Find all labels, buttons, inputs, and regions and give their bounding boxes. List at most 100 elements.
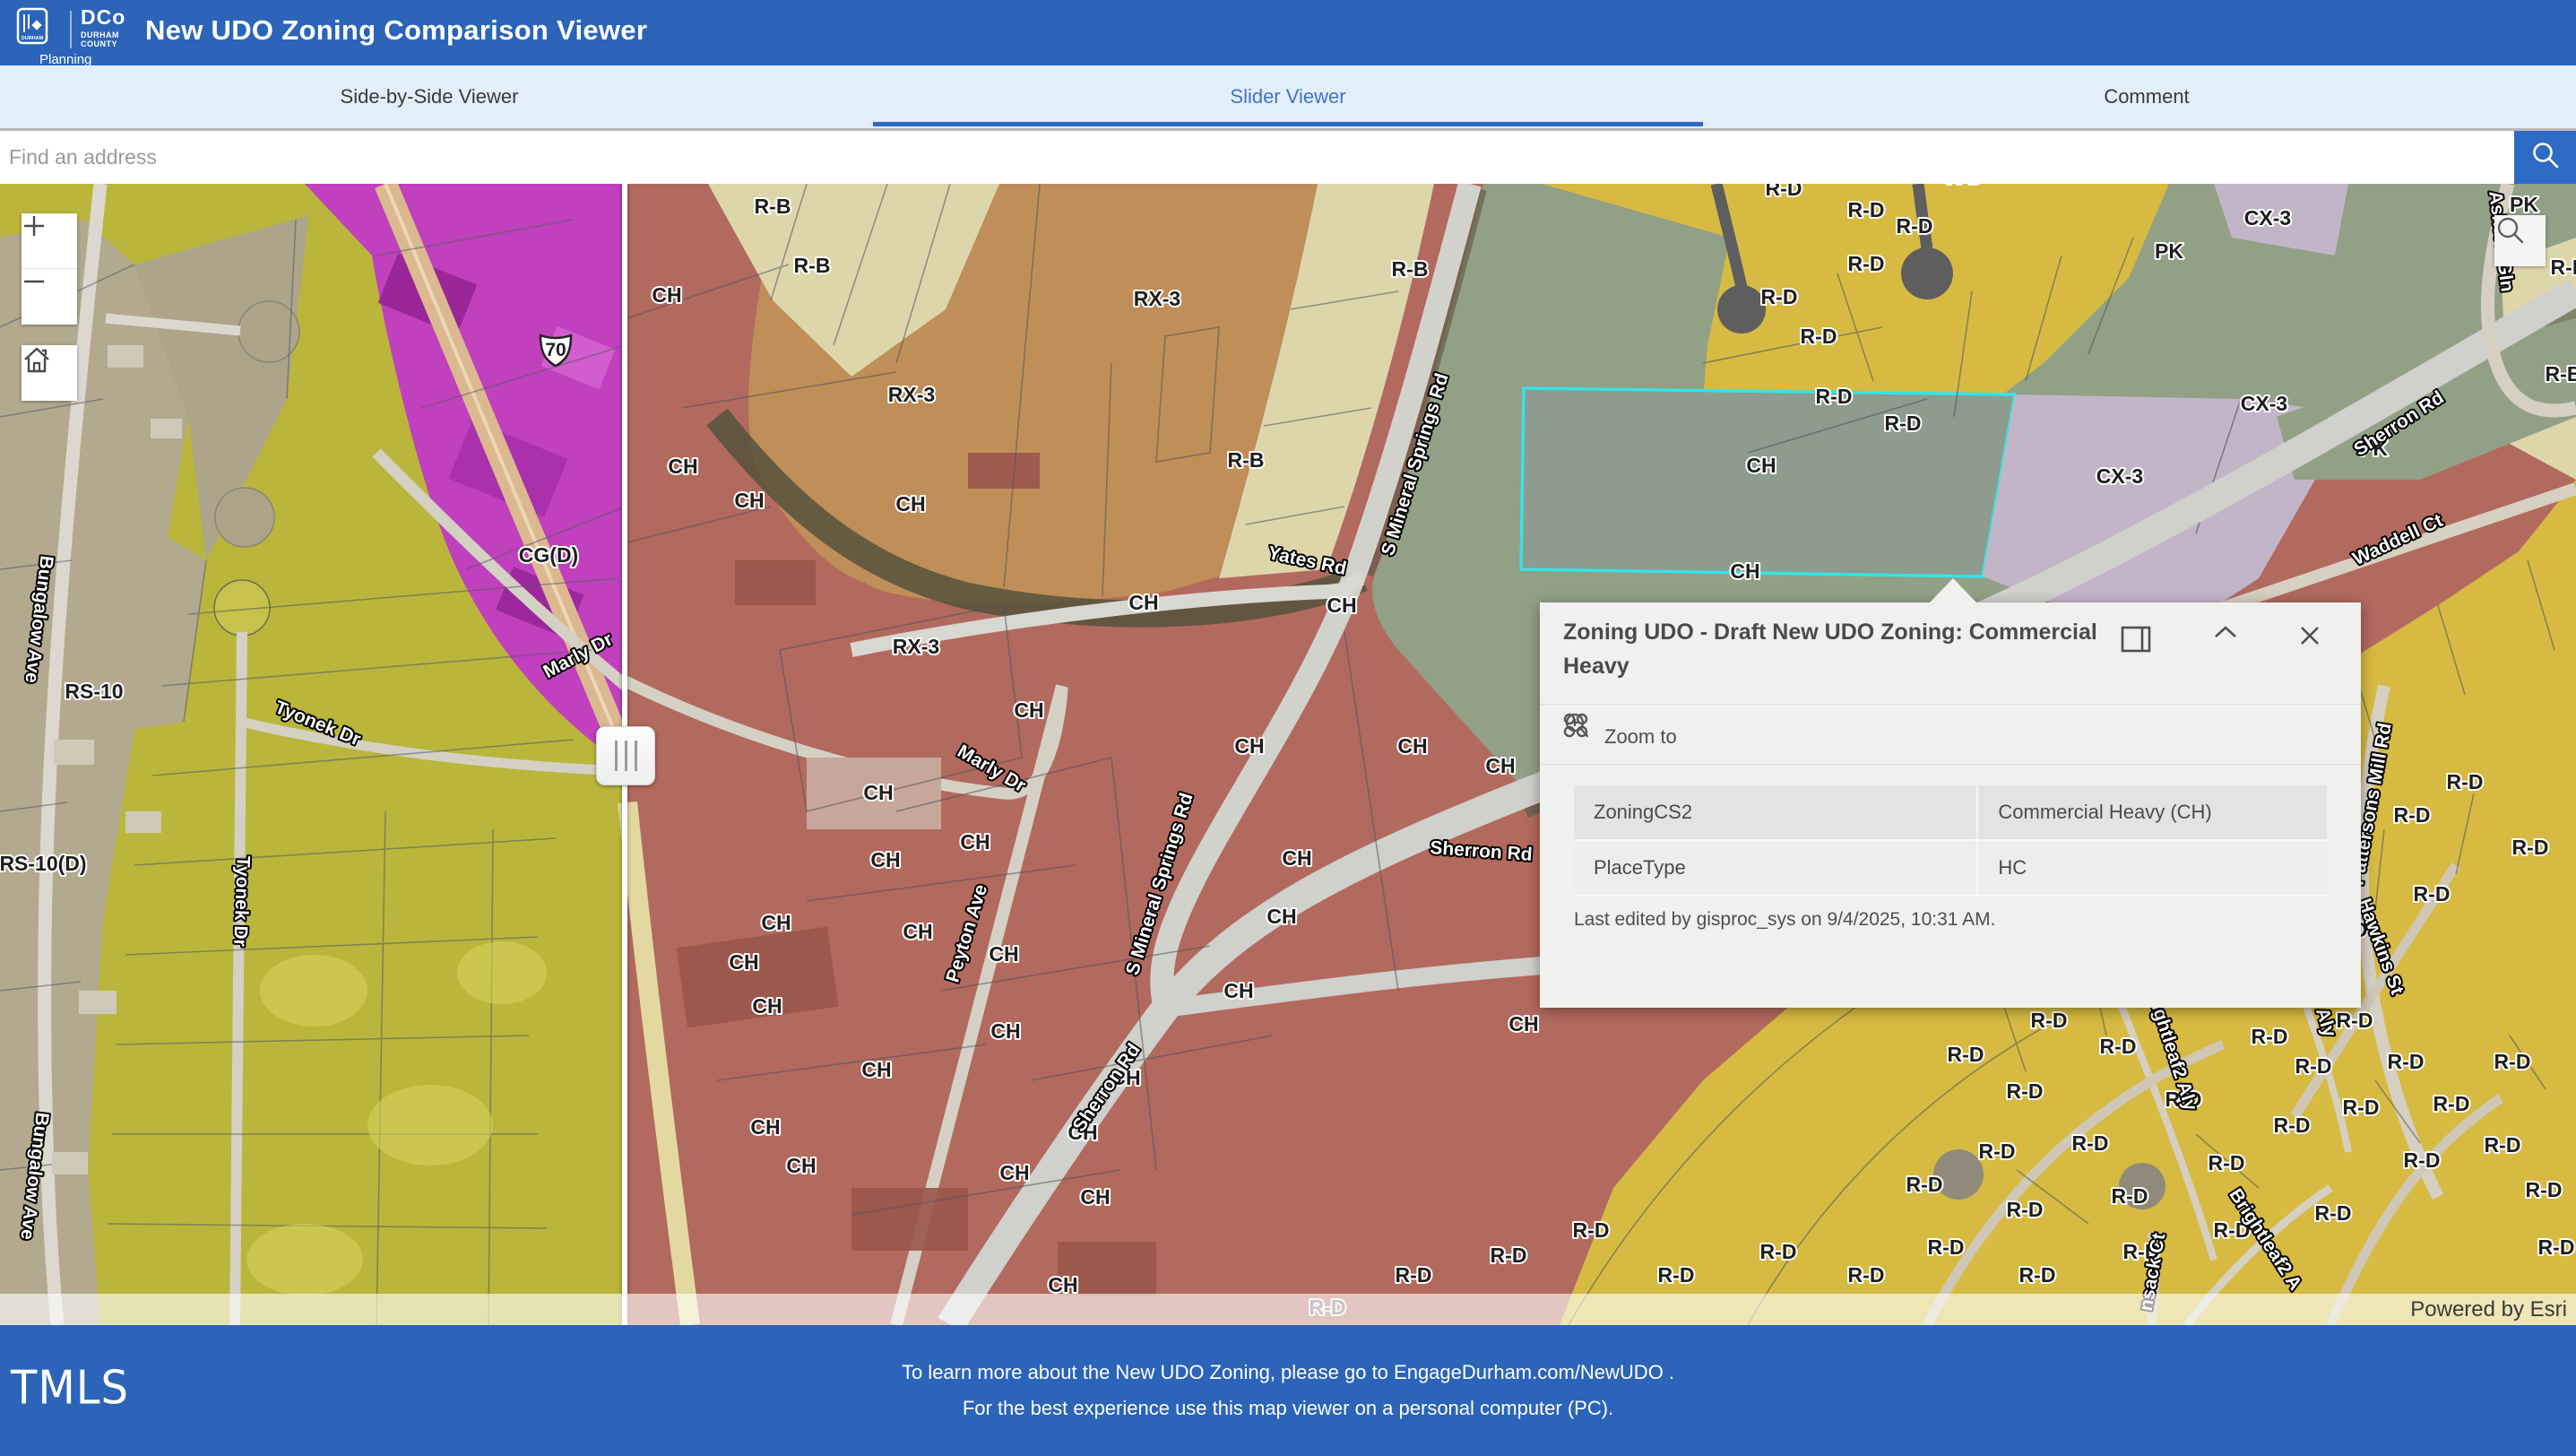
zone-label: R-D [2414,882,2451,906]
zone-label: R-D [1897,214,1933,238]
zone-label: CH [734,489,764,512]
home-button[interactable] [22,345,77,401]
zone-label: R-D [2494,1050,2531,1073]
attribute-value: Commercial Heavy (CH) [1978,785,2327,839]
zone-label: CH [861,1058,891,1081]
zone-label: R-D [1801,325,1837,348]
popup-title: Zoning UDO - Draft New UDO Zoning: Comme… [1563,615,2110,683]
slider-handle[interactable] [596,726,655,785]
zone-label: R-D [1491,1244,1527,1267]
zone-label: R-D [2388,1050,2425,1073]
tab-comment[interactable]: Comment [1717,65,2576,128]
logo-divider [70,11,72,48]
zoom-to-button[interactable]: Zoom to [1599,724,1682,750]
plus-icon [22,213,47,238]
zone-label: CX-3 [2241,392,2287,415]
zone-label: R-D [2337,1009,2373,1032]
zone-label: PK [2155,239,2183,263]
zone-label: CH [1266,905,1296,928]
zone-label: CH [895,492,925,516]
zone-label: CH [1508,1012,1538,1036]
zone-label: RX-3 [893,635,939,658]
attribute-key: PlaceType [1574,841,1976,895]
zone-label: CH [990,1019,1020,1043]
tab-side-by-side-viewer[interactable]: Side-by-Side Viewer [0,65,859,128]
zone-label: R-B [794,254,831,277]
zone-label: R-D [1906,1173,1943,1196]
zone-label: R-D [2343,1096,2380,1119]
tab-bar: Side-by-Side Viewer Slider Viewer Commen… [0,65,2576,131]
zone-label: R-D [2112,1184,2148,1208]
zoom-out-button[interactable] [22,269,77,324]
zone-label: R-D [1573,1218,1610,1242]
zone-label: R-D [1947,184,1984,188]
zone-label: CH [1397,734,1427,758]
app-header: DURHAM DCo DURHAMCOUNTY Planning New UDO… [0,0,2576,65]
zone-label: CH [903,920,932,943]
tab-slider-viewer[interactable]: Slider Viewer [859,65,1717,128]
popup: Zoning UDO - Draft New UDO Zoning: Comme… [1540,602,2361,1008]
popup-pointer [1929,578,1977,603]
close-icon[interactable] [2300,626,2336,662]
zone-label: RS-10 [65,680,123,703]
zone-label: CH [668,455,697,478]
page-title: New UDO Zoning Comparison Viewer [145,14,647,47]
zone-label: RX-3 [888,383,935,406]
zone-label: R-D [2295,1054,2332,1078]
zone-label: CH [752,994,782,1018]
dock-icon[interactable] [2121,626,2157,662]
zone-label: CH [863,781,893,804]
zone-label: CX-3 [2096,464,2143,488]
table-row: PlaceType HC [1574,841,2327,895]
zone-label: R-D [1761,285,1798,308]
home-icon [22,345,52,374]
zone-label: R-D [2209,1151,2245,1174]
zone-label: R-D [1848,1263,1885,1287]
zone-label: CX-3 [2244,206,2291,230]
grip-bars-icon [615,741,618,771]
zone-label: RS-10(D) [0,852,87,875]
zoom-to-label: Zoom to [1604,725,1677,749]
zoom-in-button[interactable] [22,213,77,269]
zone-label: CH [1080,1185,1110,1209]
zone-label: R-D [2512,836,2549,859]
divider [1540,704,2361,705]
map-search-button[interactable] [2494,215,2546,266]
zone-label: CH [1014,698,1043,722]
zone-label: CH [1234,734,1264,758]
zone-label: CH [1730,559,1759,583]
zone-label: R-B [755,195,791,218]
zone-label: R-D [1848,252,1885,275]
zone-label: R-D [1848,198,1885,221]
durham-planning-logo: DURHAM DCo DURHAMCOUNTY Planning [14,5,131,63]
zone-label: R-D [2551,256,2576,279]
zone-label: R-D [1948,1043,1984,1066]
zone-label: R-D [2526,1178,2563,1201]
address-search-bar [0,131,2576,184]
zone-label: R-D [2072,1131,2109,1155]
zone-label: R-D [2100,1035,2137,1058]
zone-label: CH [652,283,681,307]
footer-text: To learn more about the New UDO Zoning, … [0,1325,2576,1456]
zone-label: PK [2510,193,2538,216]
zone-label: CH [1128,591,1158,614]
zone-label: CH [750,1115,780,1139]
chevron-up-icon[interactable] [2214,626,2250,662]
zone-label: R-B [2546,362,2576,386]
zone-label: R-D [2485,1133,2521,1157]
zone-label: CH [1327,594,1356,617]
address-search-button[interactable] [2514,131,2576,184]
zone-label: CH [960,830,990,854]
zone-label: R-D [2315,1201,2352,1225]
zone-label: CH [870,848,900,871]
road-label: Tyonek Dr [229,855,254,947]
address-search-input[interactable] [0,131,2514,184]
map-canvas[interactable]: 70 RS-10RS-10(D)CG(D)CHCHCHCHCHCHCHCHCHC… [0,184,2576,1325]
popup-actions: Zoom to [1563,712,1682,762]
zone-label: CH [1746,454,1776,477]
zone-label: R-D [2031,1009,2068,1032]
zone-label: R-B [1228,448,1265,472]
zone-label: R-D [1658,1263,1695,1287]
minus-icon [22,269,47,294]
zone-label: R-D [2538,1235,2575,1259]
